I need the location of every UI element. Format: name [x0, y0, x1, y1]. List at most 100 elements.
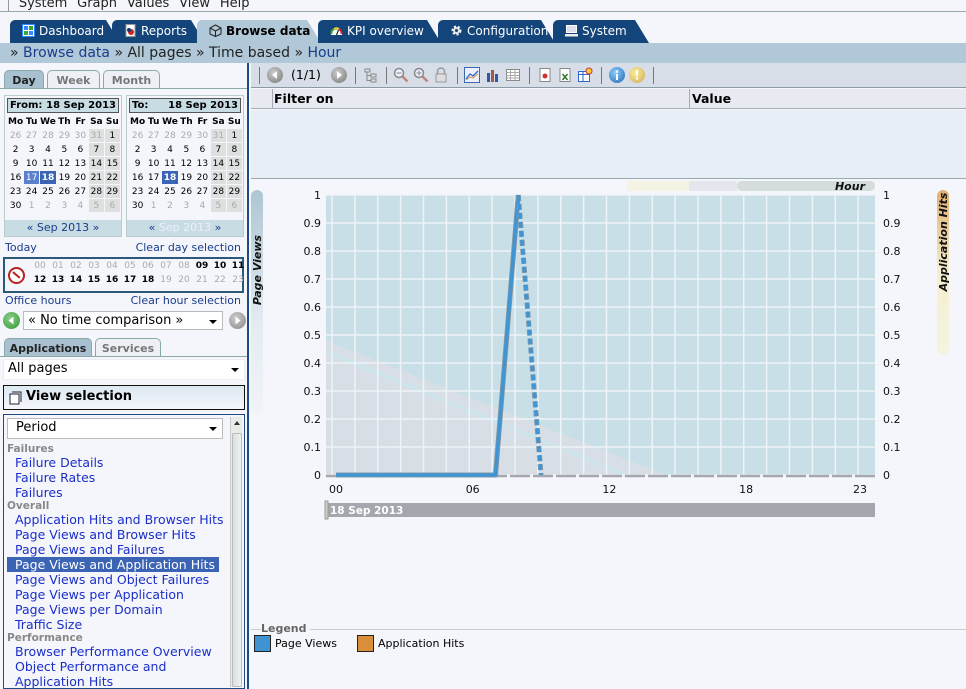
calendar-day[interactable]: 6: [226, 199, 242, 212]
lock-icon[interactable]: [433, 67, 449, 83]
calendar-day[interactable]: 29: [57, 129, 72, 142]
excel-export-icon[interactable]: [557, 67, 573, 83]
calendar-day[interactable]: 3: [146, 143, 161, 156]
hour-cell[interactable]: 22: [211, 275, 229, 285]
prev-arrow-icon[interactable]: [3, 312, 20, 329]
office-hours-link[interactable]: Office hours: [5, 294, 72, 307]
hour-cell[interactable]: 11: [229, 261, 247, 271]
report-item[interactable]: Failure Details: [7, 455, 219, 470]
hour-cell[interactable]: 21: [193, 275, 211, 285]
calendar-day[interactable]: 27: [73, 185, 88, 198]
report-item[interactable]: Application Hits: [7, 674, 219, 688]
hour-cell[interactable]: 13: [49, 275, 67, 285]
prev-month-button[interactable]: «: [27, 221, 37, 234]
zoom-out-icon[interactable]: [393, 67, 409, 83]
hour-cell[interactable]: 18: [139, 275, 157, 285]
calendar-day[interactable]: 5: [179, 143, 194, 156]
hour-cell[interactable]: 20: [175, 275, 193, 285]
calendar-day[interactable]: 28: [210, 185, 226, 198]
tab-dashboard[interactable]: Dashboard: [10, 20, 120, 43]
time-comparison-select[interactable]: « No time comparison »: [23, 311, 223, 330]
report-item[interactable]: Application Hits and Browser Hits: [7, 512, 223, 527]
calendar-day[interactable]: 28: [162, 129, 178, 142]
report-list-scrollbar[interactable]: [230, 417, 242, 687]
calendar-day[interactable]: 3: [24, 143, 39, 156]
report-item[interactable]: Page Views per Application: [7, 587, 219, 602]
prev-page-icon[interactable]: [267, 67, 283, 83]
report-item[interactable]: Traffic Size: [7, 617, 219, 632]
scroll-thumb[interactable]: [232, 433, 242, 687]
hour-cell[interactable]: 01: [49, 261, 67, 271]
menu-system[interactable]: System: [19, 0, 67, 11]
calendar-day[interactable]: 25: [40, 185, 56, 198]
report-item[interactable]: Failures: [7, 485, 219, 500]
clear-hour-selection-link[interactable]: Clear hour selection: [131, 294, 241, 307]
calendar-day[interactable]: 4: [40, 143, 56, 156]
hour-cell[interactable]: 00: [31, 261, 49, 271]
bar-chart-icon[interactable]: [485, 67, 501, 83]
calendar-day[interactable]: 10: [146, 157, 161, 170]
calendar-day[interactable]: 12: [179, 157, 194, 170]
calendar-day[interactable]: 4: [162, 143, 178, 156]
scroll-up-icon[interactable]: [234, 421, 240, 425]
calendar-day[interactable]: 19: [57, 171, 72, 184]
calendar-day[interactable]: 6: [104, 199, 120, 212]
view-select[interactable]: Period: [7, 418, 223, 439]
calendar-day[interactable]: 18: [40, 171, 56, 184]
calendar-day[interactable]: 23: [130, 185, 145, 198]
calendar-day[interactable]: 3: [179, 199, 194, 212]
calendar-day[interactable]: 6: [73, 143, 88, 156]
calendar-day[interactable]: 11: [162, 157, 178, 170]
report-item[interactable]: Failure Rates: [7, 470, 219, 485]
calendar-day[interactable]: 21: [88, 171, 104, 184]
calendar-day[interactable]: 4: [73, 199, 88, 212]
calendar-day[interactable]: 2: [8, 143, 23, 156]
calendar-day[interactable]: 15: [226, 157, 242, 170]
calendar-day[interactable]: 16: [8, 171, 23, 184]
calendar-day[interactable]: 2: [162, 199, 178, 212]
zoom-in-icon[interactable]: [413, 67, 429, 83]
hour-cell[interactable]: 07: [157, 261, 175, 271]
hour-cell[interactable]: 17: [121, 275, 139, 285]
calendar-day[interactable]: 29: [226, 185, 242, 198]
calendar-day[interactable]: 20: [73, 171, 88, 184]
calendar-day[interactable]: 10: [24, 157, 39, 170]
calendar-day[interactable]: 4: [195, 199, 210, 212]
calendar-day[interactable]: 9: [8, 157, 23, 170]
calendar-day[interactable]: 9: [130, 157, 145, 170]
calendar-day[interactable]: 12: [57, 157, 72, 170]
calendar-day[interactable]: 26: [130, 129, 145, 142]
report-item[interactable]: Object Performance and: [7, 659, 219, 674]
calendar-day[interactable]: 13: [73, 157, 88, 170]
info-icon[interactable]: [609, 67, 625, 83]
calendar-day[interactable]: 8: [226, 143, 242, 156]
tab-kpi-overview[interactable]: KPI overview: [318, 20, 441, 43]
prev-month-button[interactable]: «: [149, 221, 159, 234]
breadcrumb-browse-data[interactable]: Browse data: [23, 45, 110, 61]
report-item[interactable]: Page Views and Application Hits: [7, 557, 219, 572]
calendar-day[interactable]: 3: [57, 199, 72, 212]
warning-icon[interactable]: [629, 67, 645, 83]
tab-browse-data[interactable]: Browse data: [197, 20, 321, 43]
calendar-day[interactable]: 30: [8, 199, 23, 212]
today-link[interactable]: Today: [5, 241, 37, 254]
hour-cell[interactable]: 05: [121, 261, 139, 271]
table-icon[interactable]: [505, 67, 521, 83]
calendar-day[interactable]: 5: [57, 143, 72, 156]
hour-cell[interactable]: 10: [211, 261, 229, 271]
calendar-day[interactable]: 23: [8, 185, 23, 198]
hour-cell[interactable]: 08: [175, 261, 193, 271]
calendar-day[interactable]: 17: [146, 171, 161, 184]
calendar-day[interactable]: 31: [88, 129, 104, 142]
calendar-day[interactable]: 30: [130, 199, 145, 212]
tab-month[interactable]: Month: [103, 70, 160, 89]
hour-cell[interactable]: 09: [193, 261, 211, 271]
calendar-day[interactable]: 26: [8, 129, 23, 142]
tab-day[interactable]: Day: [4, 70, 44, 89]
calendar-day[interactable]: 8: [104, 143, 120, 156]
calendar-day[interactable]: 6: [195, 143, 210, 156]
next-page-icon[interactable]: [331, 67, 347, 83]
calendar-day[interactable]: 2: [130, 143, 145, 156]
scope-select[interactable]: All pages: [3, 359, 245, 380]
add-report-icon[interactable]: [577, 67, 593, 83]
